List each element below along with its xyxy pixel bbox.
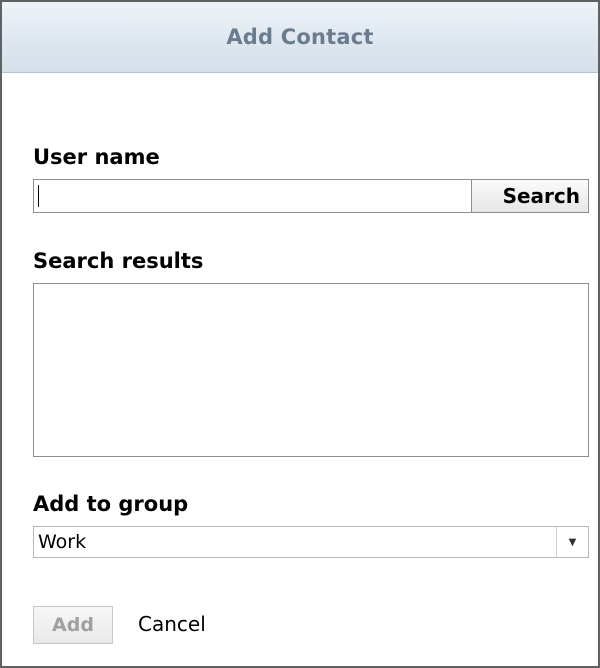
dialog-title: Add Contact: [226, 25, 374, 49]
group-select[interactable]: Work ▼: [33, 526, 589, 558]
add-contact-dialog: Add Contact User name Search Search resu…: [0, 0, 600, 668]
search-results-list[interactable]: [33, 283, 589, 457]
search-button[interactable]: Search: [471, 179, 589, 213]
text-caret: [38, 185, 39, 207]
username-label: User name: [33, 145, 160, 169]
add-to-group-label: Add to group: [33, 492, 189, 516]
triangle-down-icon[interactable]: ▼: [556, 527, 588, 557]
cancel-button[interactable]: Cancel: [138, 612, 206, 636]
username-search-row: Search: [33, 179, 589, 213]
group-selected-value: Work: [38, 531, 87, 553]
username-input[interactable]: [33, 179, 471, 213]
add-button[interactable]: Add: [33, 606, 113, 644]
search-results-label: Search results: [33, 249, 204, 273]
dialog-title-bar: Add Contact: [2, 2, 598, 73]
